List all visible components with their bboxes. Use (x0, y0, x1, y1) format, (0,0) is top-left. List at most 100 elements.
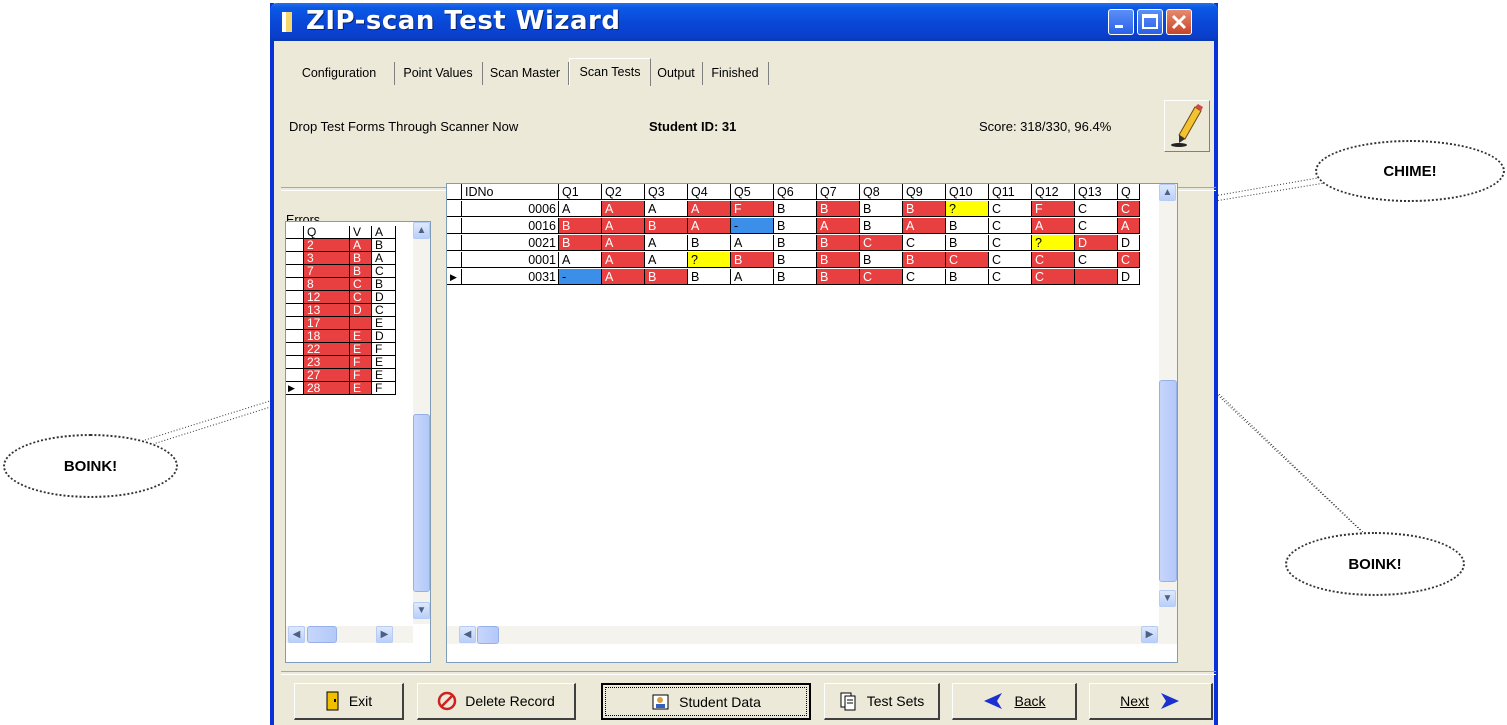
answer-cell[interactable]: A (602, 252, 645, 268)
answer-cell[interactable]: B (817, 235, 860, 251)
grid-id-cell[interactable]: 0016 (462, 218, 559, 234)
answer-cell[interactable]: A (559, 252, 602, 268)
answer-cell[interactable]: B (860, 218, 903, 234)
edit-button[interactable] (1164, 100, 1210, 152)
answer-cell[interactable]: A (602, 218, 645, 234)
answer-cell[interactable]: C (1032, 269, 1075, 285)
answer-cell[interactable]: A (602, 201, 645, 217)
grid-col-header[interactable]: Q7 (817, 184, 860, 200)
answer-cell[interactable]: ? (1032, 235, 1075, 251)
grid-col-header[interactable]: Q1 (559, 184, 602, 200)
answer-cell[interactable]: C (946, 252, 989, 268)
answer-cell[interactable]: B (774, 201, 817, 217)
answer-cell[interactable]: ? (946, 201, 989, 217)
answer-cell[interactable]: B (817, 269, 860, 285)
answer-cell[interactable]: B (946, 235, 989, 251)
answer-cell[interactable]: C (860, 235, 903, 251)
row-header-corner[interactable] (286, 226, 304, 239)
scroll-up-button[interactable]: ▲ (1159, 184, 1176, 201)
tab-scan-tests[interactable]: Scan Tests (569, 58, 651, 86)
row-indicator[interactable] (286, 304, 304, 317)
answer-cell[interactable]: A (602, 269, 645, 285)
grid-col-header[interactable]: Q8 (860, 184, 903, 200)
grid-id-cell[interactable]: 0001 (462, 252, 559, 268)
grid-col-header[interactable]: Q12 (1032, 184, 1075, 200)
errors-cell[interactable]: D (350, 304, 372, 317)
errors-cell[interactable]: F (372, 382, 396, 395)
row-indicator[interactable] (286, 252, 304, 265)
close-button[interactable] (1166, 9, 1192, 35)
answer-cell[interactable]: B (559, 218, 602, 234)
scroll-thumb[interactable] (477, 626, 499, 644)
scroll-thumb[interactable] (1159, 380, 1177, 582)
answer-cell[interactable]: C (1075, 252, 1118, 268)
grid-col-header[interactable]: Q2 (602, 184, 645, 200)
errors-hscrollbar[interactable]: ◀ ▶ (286, 626, 413, 643)
errors-vscrollbar[interactable]: ▲ ▼ (413, 222, 430, 624)
tab-scan-master[interactable]: Scan Master (482, 62, 569, 85)
grid-id-cell[interactable]: 0006 (462, 201, 559, 217)
answer-cell[interactable]: C (1032, 252, 1075, 268)
answer-cell[interactable]: C (1075, 201, 1118, 217)
grid-col-header[interactable]: Q6 (774, 184, 817, 200)
grid-vscrollbar[interactable]: ▲ ▼ (1159, 184, 1177, 644)
answer-cell[interactable]: B (645, 269, 688, 285)
row-indicator[interactable] (286, 317, 304, 330)
answer-cell[interactable]: C (1118, 252, 1140, 268)
maximize-button[interactable] (1137, 9, 1163, 35)
answer-cell[interactable]: A (645, 252, 688, 268)
answer-cell[interactable]: B (817, 201, 860, 217)
row-header-corner[interactable] (447, 184, 462, 200)
answer-cell[interactable]: C (903, 269, 946, 285)
row-indicator[interactable] (286, 239, 304, 252)
answer-cell[interactable]: C (989, 235, 1032, 251)
scroll-left-button[interactable]: ◀ (459, 626, 476, 643)
scroll-thumb[interactable] (307, 626, 337, 643)
answer-cell[interactable]: C (989, 252, 1032, 268)
student-data-button[interactable]: Student Data (601, 683, 811, 720)
answer-cell[interactable]: D (1118, 269, 1140, 285)
answer-cell[interactable]: A (1118, 218, 1140, 234)
row-indicator[interactable] (286, 291, 304, 304)
answer-cell[interactable]: A (817, 218, 860, 234)
answer-cell[interactable]: C (1075, 218, 1118, 234)
answer-cell[interactable]: A (602, 235, 645, 251)
answer-cell[interactable]: B (903, 252, 946, 268)
grid-id-cell[interactable]: 0031 (462, 269, 559, 285)
answer-cell[interactable]: B (688, 235, 731, 251)
answer-cell[interactable]: B (946, 218, 989, 234)
minimize-button[interactable] (1108, 9, 1134, 35)
scroll-left-button[interactable]: ◀ (288, 626, 305, 643)
answer-cell[interactable]: A (688, 201, 731, 217)
answer-cell[interactable]: C (903, 235, 946, 251)
row-indicator[interactable] (286, 369, 304, 382)
tab-point-values[interactable]: Point Values (394, 62, 483, 85)
grid-col-header[interactable]: Q9 (903, 184, 946, 200)
answer-cell[interactable]: A (1032, 218, 1075, 234)
back-button[interactable]: Back (952, 683, 1077, 720)
answer-cell[interactable]: B (860, 201, 903, 217)
answer-cell[interactable]: B (559, 235, 602, 251)
row-indicator[interactable] (286, 356, 304, 369)
answer-cell[interactable]: B (860, 252, 903, 268)
row-indicator[interactable] (286, 343, 304, 356)
answer-cell[interactable]: A (903, 218, 946, 234)
row-indicator[interactable] (286, 278, 304, 291)
grid-col-header[interactable]: Q10 (946, 184, 989, 200)
answer-cell[interactable]: C (989, 218, 1032, 234)
answer-cell[interactable]: B (645, 218, 688, 234)
grid-id-cell[interactable]: 0021 (462, 235, 559, 251)
answer-cell[interactable]: B (774, 269, 817, 285)
test-sets-button[interactable]: Test Sets (824, 683, 940, 720)
answer-cell[interactable]: B (688, 269, 731, 285)
tab-configuration[interactable]: Configuration (284, 62, 395, 85)
scroll-right-button[interactable]: ▶ (1141, 626, 1158, 643)
answer-cell[interactable]: F (731, 201, 774, 217)
delete-record-button[interactable]: Delete Record (417, 683, 576, 720)
grid-col-header[interactable]: Q3 (645, 184, 688, 200)
answer-cell[interactable]: B (774, 218, 817, 234)
tab-finished[interactable]: Finished (702, 62, 769, 85)
row-indicator[interactable] (286, 265, 304, 278)
scroll-right-button[interactable]: ▶ (376, 626, 393, 643)
tab-output[interactable]: Output (650, 62, 703, 85)
